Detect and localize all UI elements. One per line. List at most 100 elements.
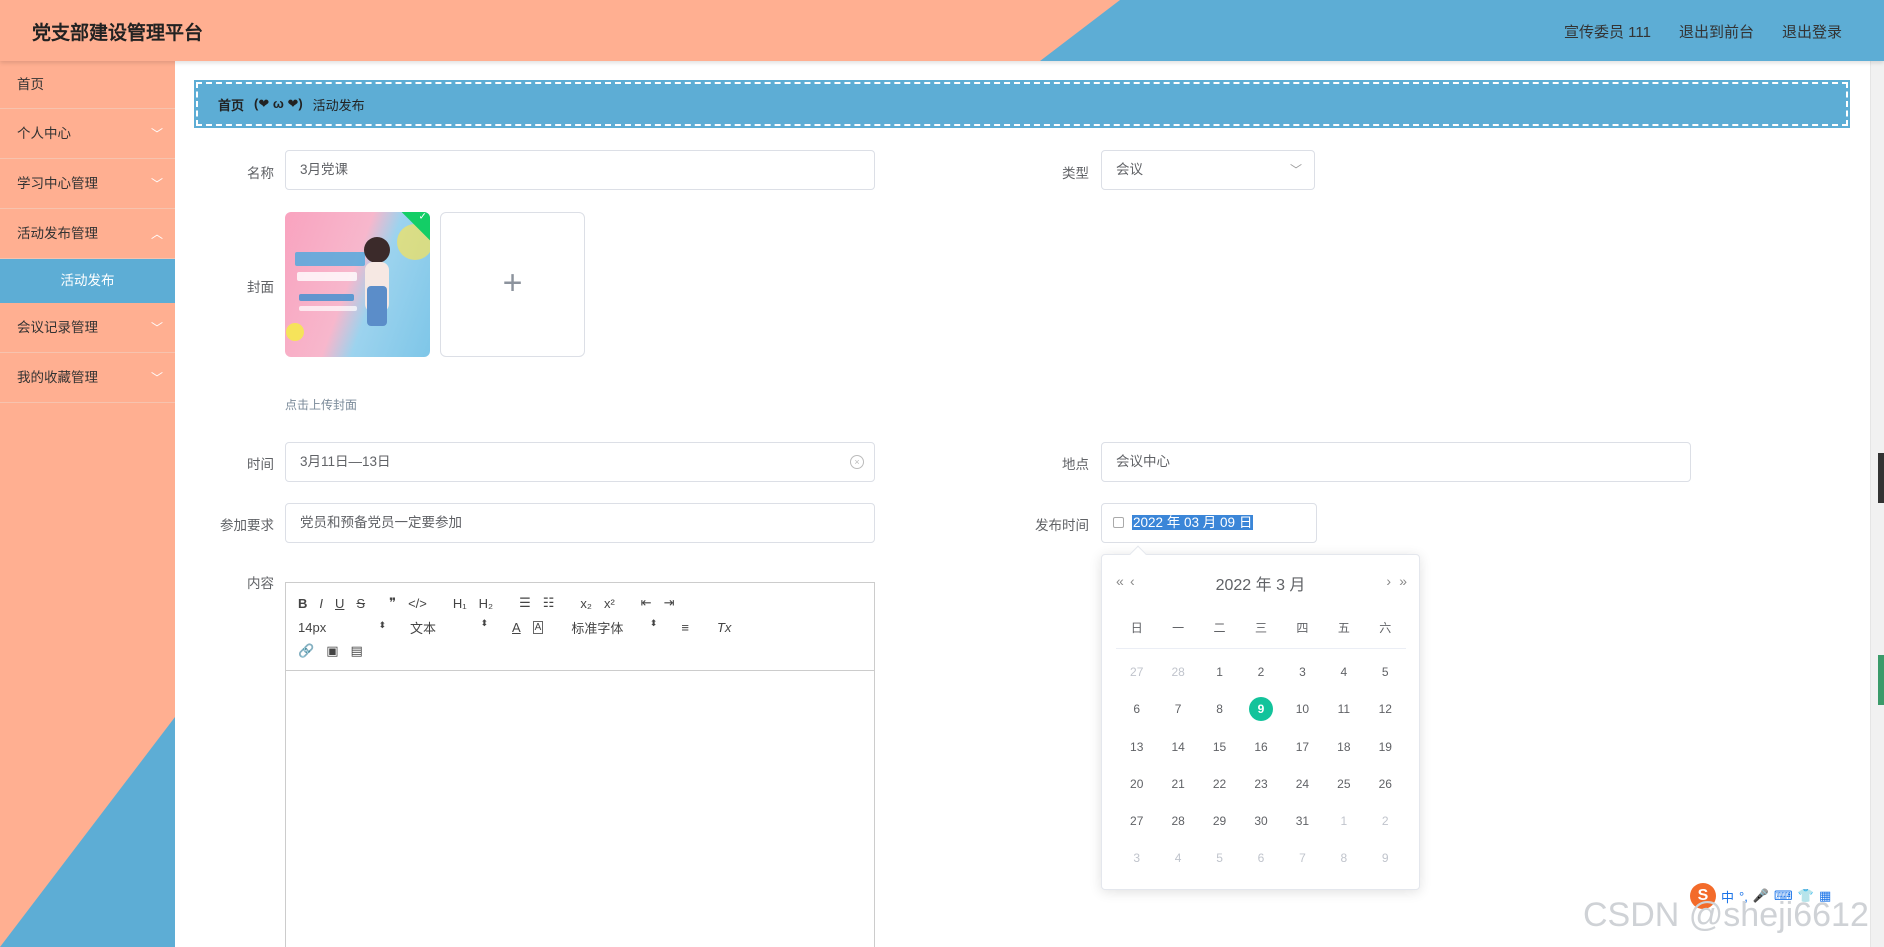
calendar-day[interactable]: 10: [1282, 694, 1323, 731]
calendar-day[interactable]: 22: [1199, 769, 1240, 806]
type-label: 类型: [1062, 166, 1089, 181]
italic-icon[interactable]: I: [319, 596, 323, 611]
requirement-input[interactable]: 党员和预备党员一定要参加: [285, 503, 875, 543]
calendar-day[interactable]: 24: [1282, 769, 1323, 806]
publish-date-input[interactable]: 2022 年 03 月 09 日: [1101, 503, 1317, 543]
breadcrumb-home[interactable]: 首页: [218, 95, 244, 114]
calendar-day[interactable]: 8: [1199, 694, 1240, 731]
sidebar-item-personal[interactable]: 个人中心 ﹀: [0, 109, 175, 159]
calendar-day[interactable]: 20: [1116, 769, 1157, 806]
indent-icon[interactable]: ⇥: [664, 595, 675, 611]
calendar-day[interactable]: 23: [1240, 769, 1281, 806]
block-type-select[interactable]: 文本 ⬍: [410, 618, 500, 637]
h1-icon[interactable]: H₁: [453, 596, 467, 611]
to-front-link[interactable]: 退出到前台: [1679, 21, 1754, 42]
page-scrollbar[interactable]: [1870, 61, 1884, 947]
calendar-day[interactable]: 27: [1116, 806, 1157, 843]
calendar-day[interactable]: 15: [1199, 732, 1240, 769]
cover-label: 封面: [247, 280, 274, 295]
calendar-day[interactable]: 26: [1365, 769, 1406, 806]
calendar-day[interactable]: 21: [1157, 769, 1198, 806]
calendar-day[interactable]: 18: [1323, 732, 1364, 769]
font-family-select[interactable]: 标准字体 ⬍: [571, 618, 669, 637]
superscript-icon[interactable]: x²: [604, 596, 615, 611]
sidebar-item-study[interactable]: 学习中心管理 ﹀: [0, 159, 175, 209]
calendar-day[interactable]: 25: [1323, 769, 1364, 806]
subscript-icon[interactable]: x₂: [580, 596, 592, 611]
sidebar-item-activity[interactable]: 活动发布管理 ︿: [0, 209, 175, 259]
calendar-day[interactable]: 3: [1282, 657, 1323, 694]
prev-month-icon[interactable]: ‹: [1130, 573, 1134, 589]
calendar-day[interactable]: 4: [1323, 657, 1364, 694]
bold-icon[interactable]: B: [298, 596, 307, 611]
cover-image[interactable]: ✓: [285, 212, 430, 357]
chevron-down-icon: ﹀: [150, 371, 163, 385]
calendar-day[interactable]: 28: [1157, 806, 1198, 843]
place-input[interactable]: 会议中心: [1101, 442, 1691, 482]
calendar-day[interactable]: 5: [1365, 657, 1406, 694]
image-icon[interactable]: ▣: [326, 643, 338, 659]
name-input[interactable]: 3月党课: [285, 150, 875, 190]
font-color-icon[interactable]: A: [512, 620, 521, 635]
underline-icon[interactable]: U: [335, 596, 344, 611]
calendar-day[interactable]: 6: [1116, 694, 1157, 731]
strike-icon[interactable]: S: [356, 596, 365, 611]
type-select[interactable]: 会议 ﹀: [1101, 150, 1315, 190]
h2-icon[interactable]: H₂: [479, 596, 493, 611]
cover-illustration: [286, 224, 430, 341]
calendar-day[interactable]: 9: [1240, 694, 1281, 731]
calendar-day[interactable]: 7: [1157, 694, 1198, 731]
outdent-icon[interactable]: ⇤: [641, 595, 652, 611]
background-color-icon[interactable]: A: [532, 620, 544, 634]
calendar-day[interactable]: 17: [1282, 732, 1323, 769]
quote-icon[interactable]: ❞: [389, 595, 396, 611]
calendar-day[interactable]: 9: [1365, 843, 1406, 880]
time-input[interactable]: 3月11日—13日 ×: [285, 442, 875, 482]
editor-toolbar: B I U S ❞ </> H₁ H₂ ☰ ☷ x₂ x² ⇤ ⇥ 14px ⬍…: [286, 583, 874, 671]
prev-year-icon[interactable]: «: [1116, 573, 1124, 589]
bullet-list-icon[interactable]: ☷: [543, 595, 555, 611]
ordered-list-icon[interactable]: ☰: [519, 595, 531, 611]
upload-cover-button[interactable]: +: [440, 212, 585, 357]
calendar-day[interactable]: 12: [1365, 694, 1406, 731]
breadcrumb-separator: (❤ ω ❤): [254, 96, 303, 111]
calendar-day[interactable]: 3: [1116, 843, 1157, 880]
video-icon[interactable]: ▤: [350, 643, 362, 659]
next-year-icon[interactable]: »: [1399, 573, 1407, 589]
code-icon[interactable]: </>: [408, 596, 427, 611]
calendar-day[interactable]: 4: [1157, 843, 1198, 880]
calendar-day[interactable]: 5: [1199, 843, 1240, 880]
calendar-day[interactable]: 11: [1323, 694, 1364, 731]
calendar-day[interactable]: 2: [1365, 806, 1406, 843]
calendar-day[interactable]: 29: [1199, 806, 1240, 843]
chevron-down-icon: ﹀: [150, 321, 163, 335]
logout-link[interactable]: 退出登录: [1782, 21, 1842, 42]
calendar-day[interactable]: 27: [1116, 657, 1157, 694]
sidebar-item-favorites[interactable]: 我的收藏管理 ﹀: [0, 353, 175, 403]
calendar-day[interactable]: 7: [1282, 843, 1323, 880]
calendar-day[interactable]: 1: [1323, 806, 1364, 843]
calendar-day[interactable]: 6: [1240, 843, 1281, 880]
weekday-label: 二: [1213, 621, 1226, 635]
calendar-day[interactable]: 30: [1240, 806, 1281, 843]
sidebar-item-meeting[interactable]: 会议记录管理 ﹀: [0, 303, 175, 353]
calendar-day[interactable]: 14: [1157, 732, 1198, 769]
font-size-select[interactable]: 14px ⬍: [298, 620, 398, 635]
calendar-day[interactable]: 19: [1365, 732, 1406, 769]
calendar-day[interactable]: 28: [1157, 657, 1198, 694]
clear-icon[interactable]: ×: [850, 455, 864, 469]
clear-format-icon[interactable]: Tx: [717, 620, 731, 635]
calendar-day[interactable]: 31: [1282, 806, 1323, 843]
calendar-day[interactable]: 13: [1116, 732, 1157, 769]
calendar-day[interactable]: 16: [1240, 732, 1281, 769]
next-month-icon[interactable]: ›: [1386, 573, 1390, 589]
sidebar-item-home[interactable]: 首页: [0, 61, 175, 109]
link-icon[interactable]: 🔗: [298, 643, 314, 659]
align-icon[interactable]: ≡: [681, 620, 689, 635]
calendar-day[interactable]: 1: [1199, 657, 1240, 694]
calendar-day[interactable]: 2: [1240, 657, 1281, 694]
sidebar-decoration: [0, 717, 175, 947]
calendar-day[interactable]: 8: [1323, 843, 1364, 880]
sidebar-subitem-activity-publish[interactable]: 活动发布: [0, 259, 175, 303]
chevron-up-icon: ︿: [150, 227, 163, 241]
